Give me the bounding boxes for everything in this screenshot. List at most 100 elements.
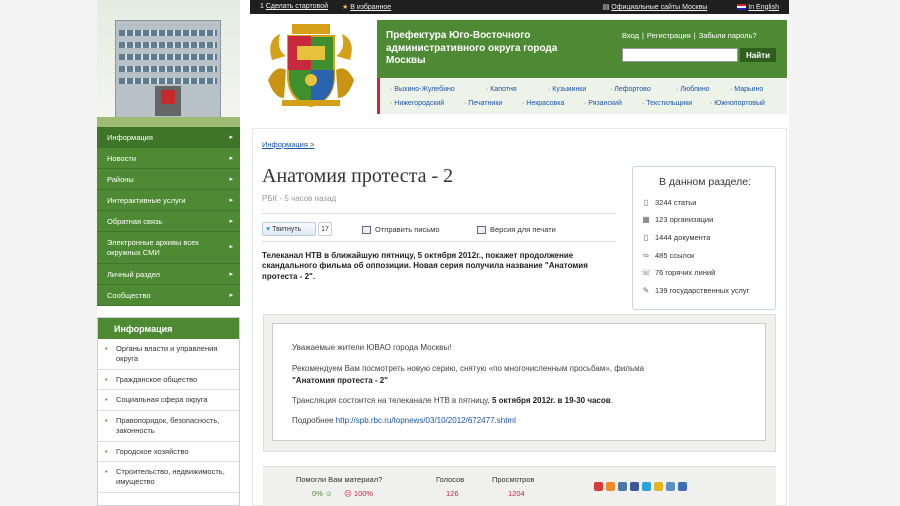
- share-facebook-icon[interactable]: [630, 482, 639, 491]
- bullet-icon: •: [105, 395, 108, 405]
- make-home-link[interactable]: 1 Сделать стартовой: [260, 3, 328, 11]
- stat-documents[interactable]: ▯ 1444 документа: [641, 233, 711, 242]
- share-vk-icon[interactable]: [618, 482, 627, 491]
- stat-organizations[interactable]: ▦ 123 организации: [641, 215, 713, 224]
- share-moimir-icon[interactable]: [666, 482, 675, 491]
- arrow-right-icon: ▸: [229, 218, 233, 225]
- official-sites-link[interactable]: ▤ Официальные сайты Москвы: [603, 3, 708, 11]
- share-twitter-icon[interactable]: [642, 482, 651, 491]
- district-link[interactable]: Рязанский: [584, 100, 622, 107]
- tweet-button[interactable]: ♥ Твитнуть: [262, 222, 316, 236]
- arrow-right-icon: ▸: [229, 271, 233, 278]
- prefecture-building-image: [97, 0, 240, 127]
- page-title: Анатомия протеста - 2: [262, 165, 454, 187]
- district-link[interactable]: Печатники: [464, 100, 502, 107]
- auth-links: Вход | Регистрация | Забыли пароль?: [622, 31, 757, 40]
- bullet-icon: •: [105, 416, 108, 425]
- stat-links[interactable]: ∞ 485 ссылок: [641, 251, 694, 260]
- notice-film-title: "Анатомия протеста - 2": [292, 376, 389, 385]
- notice-broadcast: Трансляция состоится на телеканале НТВ в…: [292, 396, 613, 405]
- article-lead: Телеканал НТВ в ближайшую пятницу, 5 окт…: [262, 251, 588, 281]
- moscow-emblem-icon: [161, 90, 175, 104]
- district-links: Выхино-Жулебино Капотня Кузьминки Лефорт…: [377, 78, 787, 114]
- login-link[interactable]: Вход: [622, 31, 639, 40]
- article-source: РБК - 5 часов назад: [262, 194, 337, 203]
- share-mail-icon[interactable]: [594, 482, 603, 491]
- uk-flag-icon: [737, 3, 747, 10]
- nav-item-districts[interactable]: Районы ▸: [97, 169, 240, 190]
- views-label: Просмотров: [492, 475, 535, 484]
- nav-item-community[interactable]: Сообщество ▸: [97, 285, 240, 306]
- info-box: Информация • Органы власти и управления о…: [97, 317, 240, 506]
- district-link[interactable]: Лефортово: [610, 86, 650, 93]
- nav-item-services[interactable]: Интерактивные услуги ▸: [97, 190, 240, 211]
- printer-icon: [477, 225, 486, 234]
- print-version-link[interactable]: Версия для печати: [477, 225, 556, 234]
- district-link[interactable]: Некрасовка: [522, 100, 564, 107]
- search-input[interactable]: [622, 48, 738, 62]
- nav-item-news[interactable]: Новости ▸: [97, 148, 240, 169]
- english-link[interactable]: In English: [737, 4, 779, 11]
- wrench-icon: ✎: [642, 286, 650, 295]
- building-icon: ▦: [642, 215, 650, 224]
- source-link[interactable]: http://spb.rbc.ru/topnews/03/10/2012/672…: [336, 416, 516, 425]
- info-item[interactable]: • Социальная сфера округа: [98, 390, 239, 411]
- coat-of-arms-logo[interactable]: [262, 20, 360, 110]
- thumbs-down-icon: ☹: [344, 489, 352, 498]
- search-button[interactable]: Найти: [740, 48, 776, 62]
- nav-item-feedback[interactable]: Обратная связь ▸: [97, 211, 240, 232]
- file-icon: ▯: [643, 233, 649, 242]
- district-link[interactable]: Текстильщики: [642, 100, 692, 107]
- arrow-right-icon: ▸: [229, 134, 233, 141]
- share-lj-icon[interactable]: [654, 482, 663, 491]
- divider: [262, 213, 616, 214]
- arrow-right-icon: ▸: [229, 243, 233, 251]
- district-link[interactable]: Капотня: [486, 86, 516, 93]
- district-link[interactable]: Марьино: [730, 86, 763, 93]
- stat-hotlines[interactable]: ☏ 76 горячих линий: [641, 268, 715, 277]
- arrow-right-icon: ▸: [229, 155, 233, 162]
- info-item[interactable]: • Органы власти и управления округа: [98, 339, 239, 370]
- district-link[interactable]: Кузьминки: [548, 86, 586, 93]
- org-title: Префектура Юго-Восточного административн…: [386, 30, 558, 66]
- district-link[interactable]: Нижегородский: [390, 100, 444, 107]
- info-item[interactable]: • Городское хозяйство: [98, 442, 239, 463]
- breadcrumb: Информация >: [262, 140, 315, 149]
- share-ok-icon[interactable]: [606, 482, 615, 491]
- star-icon: ★: [342, 4, 349, 11]
- stat-services[interactable]: ✎ 139 государственных услуг: [641, 286, 750, 295]
- vote-yes[interactable]: 0% ☺: [312, 489, 333, 498]
- section-summary-box: В данном разделе: ▯ 3244 статьи ▦ 123 орга…: [632, 166, 776, 310]
- district-link[interactable]: Южнопортовый: [710, 100, 765, 107]
- info-item[interactable]: • Строительство, недвижимость, имущество: [98, 462, 239, 493]
- send-email-link[interactable]: Отправить письмо: [362, 225, 440, 234]
- top-bar: 1 Сделать стартовой ★ В избранное ▤ Офиц…: [250, 0, 789, 14]
- vote-no[interactable]: ☹ 100%: [344, 489, 373, 498]
- thumbs-up-icon: ☺: [324, 489, 333, 498]
- district-link[interactable]: Люблино: [676, 86, 709, 93]
- register-link[interactable]: Регистрация: [647, 31, 691, 40]
- document-icon: ▯: [643, 198, 649, 207]
- phone-icon: ☏: [641, 268, 652, 277]
- tweet-count: 17: [318, 222, 332, 236]
- twitter-bird-icon: ♥: [266, 225, 271, 233]
- info-item[interactable]: • Правопорядок, безопасность, законность: [98, 411, 239, 442]
- bullet-icon: •: [105, 467, 108, 477]
- divider: [262, 241, 616, 242]
- left-nav: Информация ▸ Новости ▸ Районы ▸ Интерактивн…: [97, 127, 240, 306]
- nav-item-archives[interactable]: Электронные архивы всех окружных СМИ ▸: [97, 232, 240, 264]
- favorites-link[interactable]: ★ В избранное: [342, 3, 391, 11]
- bullet-icon: •: [105, 446, 108, 456]
- district-link[interactable]: Выхино-Жулебино: [390, 86, 455, 93]
- share-icons: [594, 482, 687, 491]
- breadcrumb-info-link[interactable]: Информация: [262, 140, 308, 149]
- nav-item-info[interactable]: Информация ▸: [97, 127, 240, 148]
- info-item[interactable]: • Гражданское общество: [98, 370, 239, 391]
- forgot-password-link[interactable]: Забыли пароль?: [699, 31, 757, 40]
- bullet-icon: •: [105, 374, 108, 384]
- notice-line1: Рекомендуем Вам посмотреть новую серию, …: [292, 364, 645, 373]
- nav-item-personal[interactable]: Личный раздел ▸: [97, 264, 240, 285]
- views-count: 1204: [508, 489, 525, 498]
- stat-articles[interactable]: ▯ 3244 статьи: [641, 198, 697, 207]
- share-link-icon[interactable]: [678, 482, 687, 491]
